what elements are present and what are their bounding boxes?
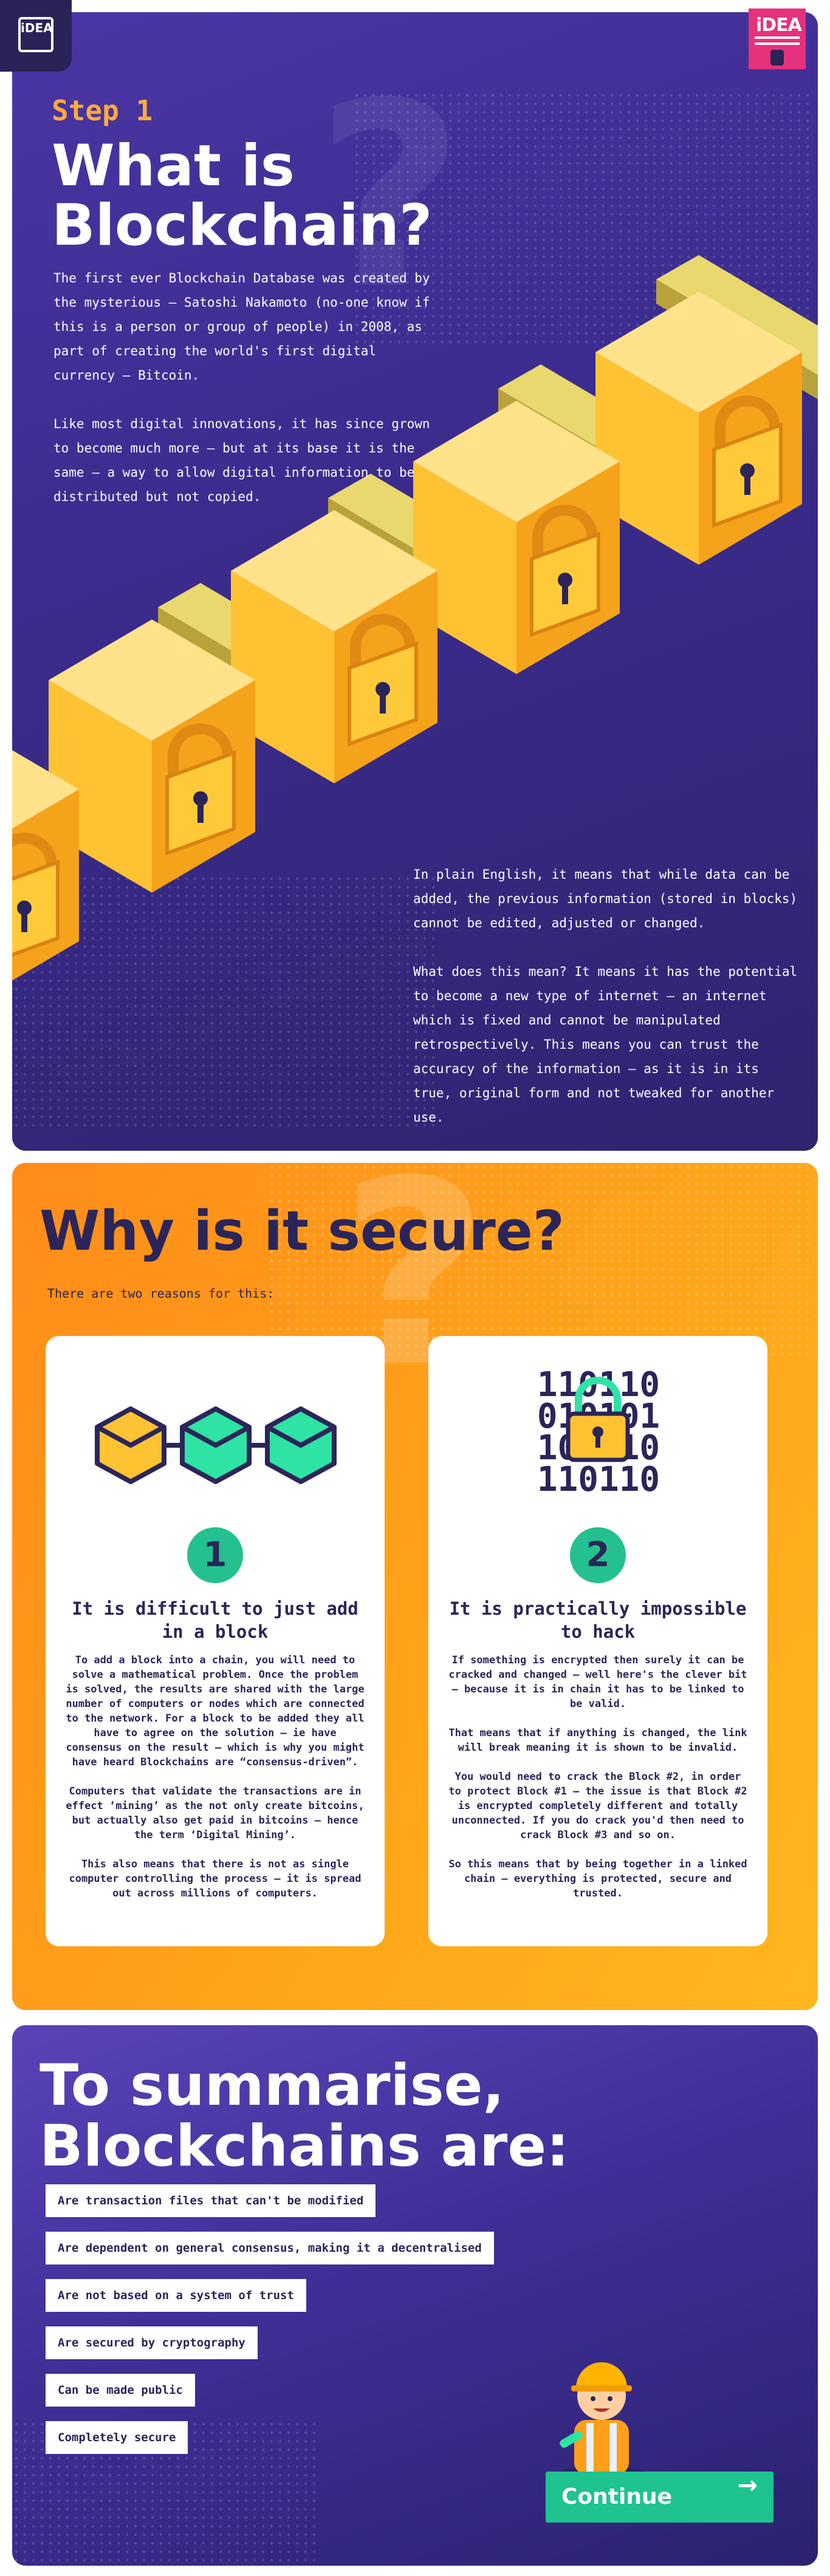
section-title: To summarise, Blockchains are: (39, 2053, 569, 2179)
paragraph: So this means that by being together in … (448, 1858, 747, 1900)
continue-label: Continue (561, 2484, 673, 2509)
paragraph: If something is encrypted then surely it… (448, 1654, 747, 1710)
arrow-right-icon: → (737, 2472, 758, 2499)
paragraph: In plain English, it means that while da… (413, 867, 798, 930)
reason-card-1: 1 It is difficult to just add in a block… (46, 1336, 385, 1946)
section-title: Why is it secure? (39, 1199, 564, 1263)
paragraph: You would need to crack the Block #2, in… (448, 1771, 747, 1841)
reason-card-2: 110110 010101 101010 110110 2 It is prac… (428, 1336, 767, 1946)
section-subtitle: There are two reasons for this: (47, 1286, 275, 1301)
badge-icon (770, 50, 784, 66)
summary-item: Can be made public (46, 2374, 195, 2407)
paragraph: Like most digital innovations, it has si… (53, 417, 430, 504)
logo-stripe (755, 36, 800, 39)
paragraph: That means that if anything is changed, … (448, 1727, 747, 1754)
idea-logo-left[interactable]: iDEA (0, 0, 72, 72)
builder-character-illustration (559, 2362, 644, 2476)
logo-stripe (755, 43, 800, 45)
intro-text: The first ever Blockchain Database was c… (53, 266, 436, 533)
paragraph: To add a block into a chain, you will ne… (66, 1654, 365, 1768)
paragraph: Computers that validate the transactions… (66, 1785, 365, 1841)
summary-item: Completely secure (46, 2421, 188, 2454)
number-badge: 2 (570, 1527, 626, 1583)
continue-button[interactable]: Continue → (546, 2472, 773, 2523)
cubes-chain-icon (95, 1406, 337, 1484)
summary-item: Are secured by cryptography (46, 2326, 258, 2359)
padlock-icon (566, 1377, 630, 1462)
card-title: It is practically impossible to hack (449, 1598, 747, 1642)
number-badge: 1 (187, 1527, 243, 1583)
card-body: If something is encrypted then surely it… (447, 1653, 749, 1915)
idea-logo-right-text: iDEA (756, 15, 802, 36)
summary-item: Are not based on a system of trust (46, 2279, 306, 2312)
idea-logo-text: iDEA (21, 21, 53, 35)
paragraph: What does this mean? It means it has the… (413, 964, 798, 1125)
step-label: Step 1 (52, 94, 153, 127)
explanation-text: In plain English, it means that while da… (413, 862, 802, 1151)
card-title: It is difficult to just add in a block (72, 1598, 358, 1642)
idea-logo-right[interactable]: iDEA (749, 9, 806, 69)
card-body: To add a block into a chain, you will ne… (64, 1653, 366, 1915)
page-title: What is Blockchain? (52, 133, 433, 259)
paragraph: The first ever Blockchain Database was c… (53, 271, 430, 383)
binary-line: 110110 (537, 1460, 660, 1499)
paragraph: This also means that there is not as sin… (69, 1858, 362, 1900)
summary-item: Are dependent on general consensus, maki… (46, 2232, 494, 2264)
summary-item: Are transaction files that can't be modi… (46, 2184, 376, 2217)
section-what-is-blockchain: ? Step 1 What is Blockchain? The first e… (12, 12, 818, 1151)
